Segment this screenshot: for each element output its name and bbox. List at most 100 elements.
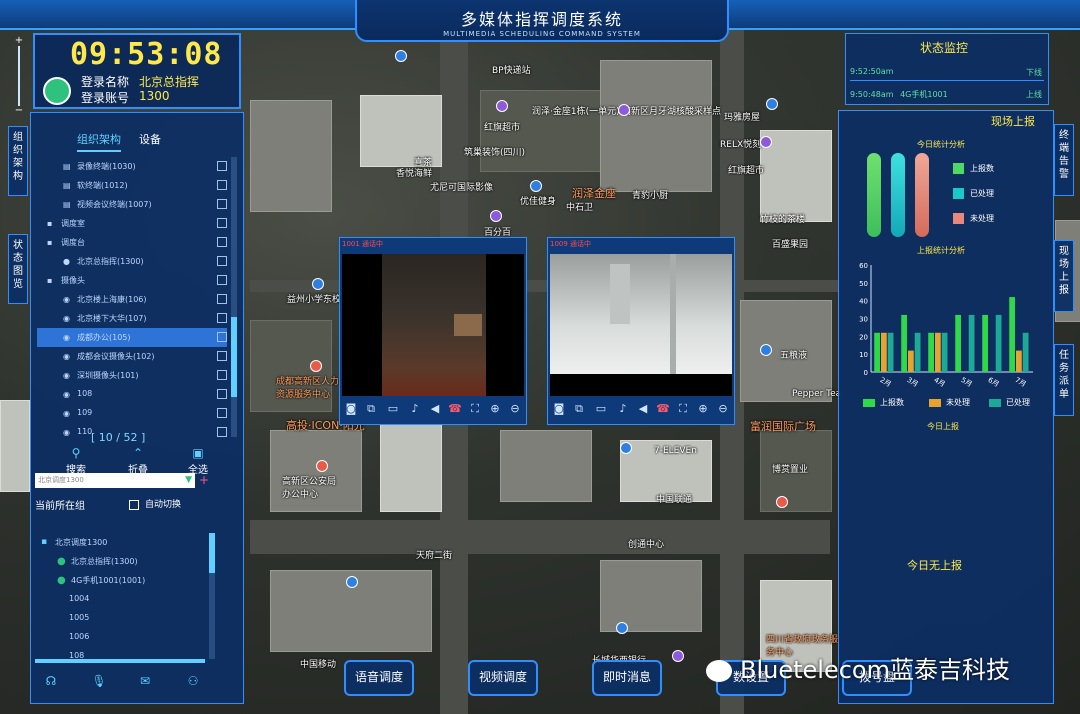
tab-org-structure[interactable]: 组织架构 [77, 131, 121, 152]
tree-item[interactable]: ▤ 视频会议终端(1007) [37, 195, 227, 214]
group-select[interactable]: 北京调度1300 ▼ [35, 473, 195, 488]
speaker-icon[interactable]: ◀ [636, 402, 650, 416]
video-window-2[interactable]: 1009 通话中 ◙ ⧉ ▭ ♪ ◀ ☎ ⛶ ⊕ ⊖ [547, 237, 735, 425]
group-member-item[interactable]: 1006 [37, 628, 217, 647]
record-icon[interactable]: ▭ [594, 402, 608, 416]
tree-item[interactable]: ◉ 成都会议摄像头(102) [37, 347, 227, 366]
tree-item[interactable]: ▪ 调度室 [37, 214, 227, 233]
headset-icon[interactable]: ☊ [43, 673, 59, 689]
voice-dispatch-button[interactable]: 语音调度 [344, 660, 414, 696]
record-icon[interactable]: ▭ [386, 402, 400, 416]
tree-item[interactable]: ● 北京总指挥(1300) [37, 252, 227, 271]
tree-item-checkbox[interactable] [217, 161, 227, 171]
tree-item-checkbox[interactable] [217, 313, 227, 323]
map-pin-icon[interactable] [496, 100, 508, 112]
fullscreen-icon[interactable]: ⛶ [468, 402, 482, 416]
snapshot-icon[interactable]: ◙ [344, 402, 358, 416]
tree-item-checkbox[interactable] [217, 294, 227, 304]
tree-item[interactable]: ◉ 北京楼下大华(107) [37, 309, 227, 328]
zoom-in-icon[interactable]: ⊕ [696, 402, 710, 416]
group-member-item[interactable]: ▪ 北京调度1300 [37, 533, 217, 552]
map-pin-icon[interactable] [776, 496, 788, 508]
tree-item[interactable]: ▤ 录像终端(1030) [37, 157, 227, 176]
hangup-icon[interactable]: ☎ [656, 402, 670, 416]
collapse-button[interactable]: ⌃ 折叠 [113, 447, 163, 476]
tree-item-checkbox[interactable] [217, 389, 227, 399]
select-all-button[interactable]: ▣ 全选 [173, 447, 223, 476]
side-tab-org[interactable]: 组织架构 [8, 126, 28, 196]
add-group-button[interactable]: + [199, 473, 209, 487]
mic-icon[interactable]: ♪ [408, 402, 422, 416]
tree-item[interactable]: ▪ 摄像头 [37, 271, 227, 290]
layout-icon[interactable]: ⧉ [364, 402, 378, 416]
hangup-icon[interactable]: ☎ [448, 402, 462, 416]
map-pin-icon[interactable] [346, 576, 358, 588]
search-button[interactable]: ⚲ 搜索 [51, 447, 101, 476]
tree-item-checkbox[interactable] [217, 408, 227, 418]
zoom-in-icon[interactable]: ⊕ [488, 402, 502, 416]
tree-item-checkbox[interactable] [217, 256, 227, 266]
map-pin-icon[interactable] [530, 180, 542, 192]
tree-item-checkbox[interactable] [217, 370, 227, 380]
tree-item-checkbox[interactable] [217, 237, 227, 247]
map-pin-icon[interactable] [672, 650, 684, 662]
map-pin-icon[interactable] [316, 460, 328, 472]
group-member-item[interactable]: ● 4G手机1001(1001) [37, 571, 217, 590]
tab-device[interactable]: 设备 [139, 131, 161, 147]
tree-item[interactable]: ▪ 调度台 [37, 233, 227, 252]
group-member-item[interactable]: 1004 [37, 590, 217, 609]
snapshot-icon[interactable]: ◙ [552, 402, 566, 416]
tree-item[interactable]: ▤ 软终端(1012) [37, 176, 227, 195]
zoom-out-icon[interactable]: ⊖ [716, 402, 730, 416]
video-window-1[interactable]: 1001 通话中 ◙ ⧉ ▭ ♪ ◀ ☎ ⛶ ⊕ ⊖ [339, 237, 527, 425]
zoom-out-icon[interactable]: − [14, 106, 24, 116]
user-icon: ● [57, 575, 66, 586]
map-pin-icon[interactable] [395, 50, 407, 62]
map-pin-icon[interactable] [312, 278, 324, 290]
video-feed[interactable] [550, 254, 732, 396]
map-pin-icon[interactable] [490, 210, 502, 222]
group-icon[interactable]: ⚇ [185, 673, 201, 689]
microphone-icon[interactable]: 🎙 [91, 673, 107, 689]
fullscreen-icon[interactable]: ⛶ [676, 402, 690, 416]
map-pin-icon[interactable] [760, 136, 772, 148]
side-tab-task-dispatch[interactable]: 任务派单 [1054, 344, 1074, 416]
map-pin-icon[interactable] [616, 622, 628, 634]
tree-item-checkbox[interactable] [217, 332, 227, 342]
message-icon[interactable]: ✉ [137, 673, 153, 689]
map-pin-icon[interactable] [760, 344, 772, 356]
layout-icon[interactable]: ⧉ [572, 402, 586, 416]
tree-item[interactable]: ◉ 深圳摄像头(101) [37, 366, 227, 385]
tree-item[interactable]: ◉ 108 [37, 385, 227, 404]
auto-switch-toggle[interactable]: 自动切换 [129, 497, 181, 510]
side-tab-terminal-alarm[interactable]: 终端告警 [1054, 124, 1074, 196]
tree-item-checkbox[interactable] [217, 218, 227, 228]
side-tab-site-report[interactable]: 现场上报 [1054, 240, 1074, 312]
tree-item[interactable]: ◉ 北京楼上海康(106) [37, 290, 227, 309]
group-member-item[interactable]: ● 北京总指挥(1300) [37, 552, 217, 571]
instant-message-button[interactable]: 即时消息 [592, 660, 662, 696]
member-hscrollbar[interactable] [35, 659, 205, 663]
map-zoom-control[interactable]: + − [14, 36, 24, 116]
tree-item-checkbox[interactable] [217, 427, 227, 437]
tree-item-checkbox[interactable] [217, 351, 227, 361]
side-tab-status-view[interactable]: 状态图览 [8, 234, 28, 304]
group-member-item[interactable]: 1005 [37, 609, 217, 628]
map-pin-icon[interactable] [618, 104, 630, 116]
video-dispatch-button[interactable]: 视频调度 [468, 660, 538, 696]
map-pin-icon[interactable] [766, 98, 778, 110]
map-pin-icon[interactable] [310, 360, 322, 372]
tree-item[interactable]: ◉ 109 [37, 404, 227, 423]
tree-scrollbar[interactable] [231, 157, 237, 437]
tree-item-checkbox[interactable] [217, 180, 227, 190]
tree-item[interactable]: ◉ 成都办公(105) [37, 328, 227, 347]
speaker-icon[interactable]: ◀ [428, 402, 442, 416]
mic-icon[interactable]: ♪ [616, 402, 630, 416]
tree-item-checkbox[interactable] [217, 199, 227, 209]
tree-item-checkbox[interactable] [217, 275, 227, 285]
zoom-out-icon[interactable]: ⊖ [508, 402, 522, 416]
video-feed[interactable] [342, 254, 524, 396]
auto-switch-checkbox[interactable] [129, 499, 139, 510]
member-scrollbar[interactable] [209, 533, 215, 659]
map-pin-icon[interactable] [620, 442, 632, 454]
